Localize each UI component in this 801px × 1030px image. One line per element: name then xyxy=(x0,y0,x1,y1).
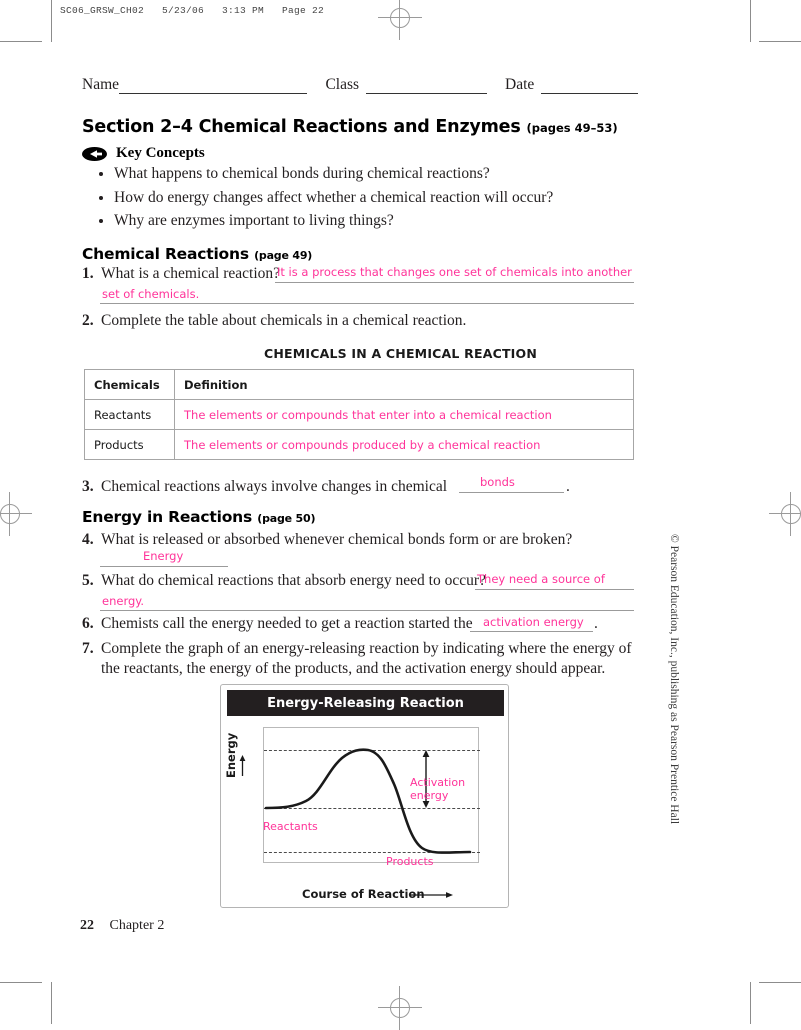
subsection-heading-text: Energy in Reactions xyxy=(82,508,253,526)
y-axis-label: Energy xyxy=(224,732,238,778)
question-text: Chemists call the energy needed to get a… xyxy=(101,615,473,632)
diagram-title: Energy-Releasing Reaction xyxy=(227,690,504,716)
question-text: What do chemical reactions that absorb e… xyxy=(101,572,486,589)
table-row: Products The elements or compounds produ… xyxy=(84,429,634,460)
column-header-definition: Definition xyxy=(174,369,634,400)
question-number: 3. xyxy=(82,478,94,495)
section-title: Section 2–4 Chemical Reactions and Enzym… xyxy=(82,117,618,137)
date-input[interactable] xyxy=(541,81,639,94)
question-text-line2: the reactants, the energy of the product… xyxy=(101,660,606,677)
list-item: How do energy changes affect whether a c… xyxy=(114,187,636,209)
section-pages-ref: (pages 49–53) xyxy=(526,121,618,135)
energy-diagram: Energy-Releasing Reaction xyxy=(220,684,509,908)
answer-rule-1b[interactable] xyxy=(100,303,634,304)
answer-6: activation energy xyxy=(483,615,584,629)
cell-products-label: Products xyxy=(84,429,175,460)
subsection-page-ref: (page 49) xyxy=(254,249,313,262)
answer-rule-5b[interactable] xyxy=(100,610,634,611)
subsection-energy-in-reactions: Energy in Reactions (page 50) xyxy=(82,508,315,526)
key-icon xyxy=(82,146,107,161)
name-input[interactable] xyxy=(119,81,308,94)
key-concepts-list: What happens to chemical bonds during ch… xyxy=(96,163,636,234)
footer-page-number: 22 xyxy=(80,918,94,933)
footer-chapter: Chapter 2 xyxy=(109,918,165,933)
answer-5-line2: energy. xyxy=(102,594,145,608)
table-row: Reactants The elements or compounds that… xyxy=(84,399,634,430)
question-3: 3. Chemical reactions always involve cha… xyxy=(82,477,642,497)
class-label: Class xyxy=(325,76,360,93)
cell-reactants-label: Reactants xyxy=(84,399,175,430)
class-input[interactable] xyxy=(365,81,488,94)
y-axis-arrow-icon xyxy=(239,755,246,776)
question-text: Complete the table about chemicals in a … xyxy=(101,312,467,329)
answer-rule-4[interactable] xyxy=(100,566,228,567)
question-number: 4. xyxy=(82,531,94,548)
label-reactants: Reactants xyxy=(263,820,318,833)
section-title-text: Section 2–4 Chemical Reactions and Enzym… xyxy=(82,117,521,137)
answer-4: Energy xyxy=(143,549,184,563)
question-3-period: . xyxy=(566,478,570,495)
question-text-line1: Complete the graph of an energy-releasin… xyxy=(101,640,632,657)
page-footer: 22 Chapter 2 xyxy=(80,918,164,934)
date-label: Date xyxy=(505,76,535,93)
table-header-row: Chemicals Definition xyxy=(84,369,634,400)
question-6-period: . xyxy=(594,615,598,632)
answer-rule-3[interactable] xyxy=(459,492,564,493)
key-concepts-label: Key Concepts xyxy=(116,145,205,161)
question-number: 5. xyxy=(82,572,94,589)
answer-5-line1: They need a source of xyxy=(477,572,605,586)
question-number: 1. xyxy=(82,265,94,282)
question-number: 2. xyxy=(82,312,94,329)
subsection-page-ref: (page 50) xyxy=(257,512,316,525)
question-2: 2. Complete the table about chemicals in… xyxy=(82,311,642,331)
table-title: CHEMICALS IN A CHEMICAL REACTION xyxy=(263,346,538,361)
label-products: Products xyxy=(386,855,434,868)
answer-rule-6[interactable] xyxy=(470,631,593,632)
question-text: What is a chemical reaction? xyxy=(101,265,281,282)
student-info-row: Name Class Date xyxy=(82,76,639,94)
answer-3: bonds xyxy=(480,475,515,489)
question-4: 4. What is released or absorbed whenever… xyxy=(82,530,642,550)
label-activation-energy: Activation energy xyxy=(410,776,466,802)
answer-rule-5a[interactable] xyxy=(475,589,634,590)
cell-products-definition[interactable]: The elements or compounds produced by a … xyxy=(174,429,634,460)
answer-1-line1: It is a process that changes one set of … xyxy=(277,265,632,279)
worksheet-page: Name Class Date Section 2–4 Chemical Rea… xyxy=(0,0,801,1024)
chemicals-table: Chemicals Definition Reactants The eleme… xyxy=(84,369,634,460)
question-number: 7. xyxy=(82,640,94,657)
list-item: Why are enzymes important to living thin… xyxy=(114,210,636,232)
x-axis-label: Course of Reaction xyxy=(302,887,425,901)
question-number: 6. xyxy=(82,615,94,632)
x-axis-arrow-icon xyxy=(411,892,453,898)
column-header-chemicals: Chemicals xyxy=(84,369,175,400)
subsection-chemical-reactions: Chemical Reactions (page 49) xyxy=(82,245,312,263)
answer-1-line2: set of chemicals. xyxy=(102,287,200,301)
copyright-notice: © Pearson Education, Inc., publishing as… xyxy=(668,534,680,825)
list-item: What happens to chemical bonds during ch… xyxy=(114,163,636,185)
question-text: What is released or absorbed whenever ch… xyxy=(101,531,573,548)
subsection-heading-text: Chemical Reactions xyxy=(82,245,249,263)
question-text: Chemical reactions always involve change… xyxy=(101,478,448,495)
answer-rule-1a[interactable] xyxy=(275,282,634,283)
question-7: 7. Complete the graph of an energy-relea… xyxy=(82,639,642,679)
cell-reactants-definition[interactable]: The elements or compounds that enter int… xyxy=(174,399,634,430)
name-label: Name xyxy=(82,76,120,93)
key-concepts-header: Key Concepts xyxy=(82,145,205,162)
